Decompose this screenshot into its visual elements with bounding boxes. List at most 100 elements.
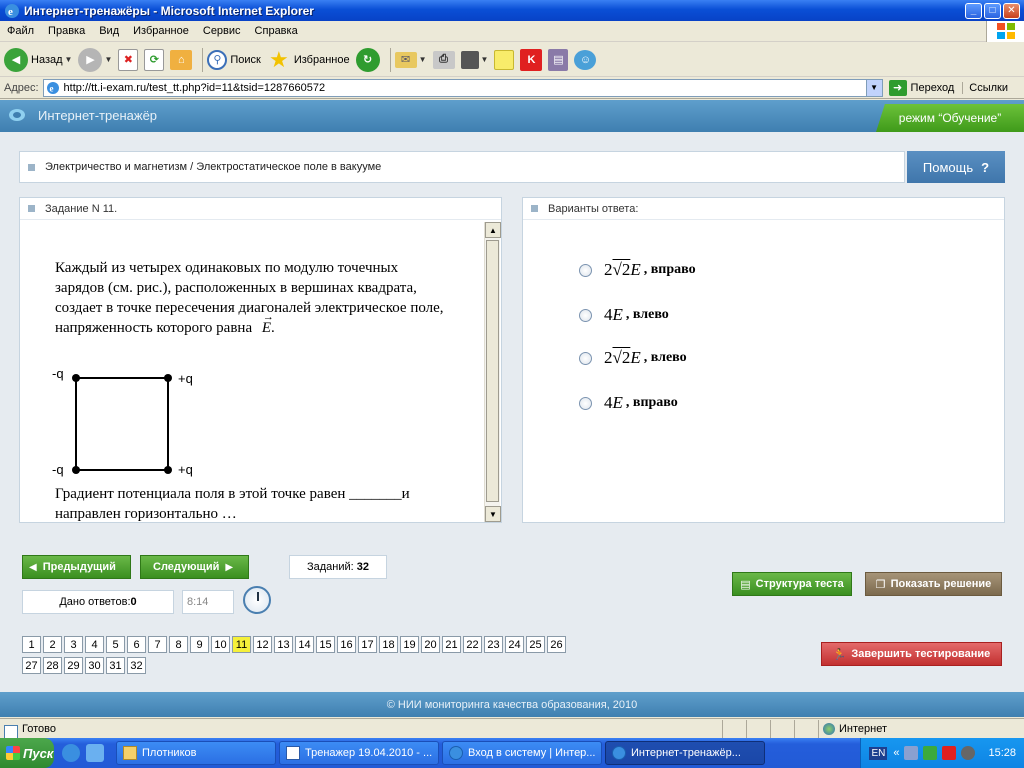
task-number-19[interactable]: 19 [400,636,419,653]
task-number-4[interactable]: 4 [85,636,104,653]
maximize-button[interactable]: □ [984,2,1001,19]
history-button[interactable]: ↻ [355,47,380,72]
go-button[interactable]: ➜ Переход [888,79,954,96]
taskbar-item-folder[interactable]: Плотников [116,741,276,765]
charge-top-right: +q [178,371,193,386]
task-number-30[interactable]: 30 [85,657,104,674]
finish-test-button[interactable]: 🏃 Завершить тестирование [821,642,1002,666]
minimize-button[interactable]: _ [965,2,982,19]
forward-arrow-icon: ▶ [78,47,103,72]
home-button[interactable]: ⌂ [170,49,193,70]
start-button[interactable]: Пуск [0,738,54,768]
scroll-down-icon[interactable]: ▼ [485,506,501,522]
menu-file[interactable]: Файл [0,25,41,37]
network-icon[interactable] [904,746,919,760]
task-number-5[interactable]: 5 [106,636,125,653]
task-number-11[interactable]: 11 [232,636,251,653]
tray-app-icon[interactable] [923,746,938,760]
mail-button[interactable]: ✉ ▼ [394,51,427,68]
task-number-25[interactable]: 25 [526,636,545,653]
task-number-23[interactable]: 23 [484,636,503,653]
task-number-13[interactable]: 13 [274,636,293,653]
scroll-up-icon[interactable]: ▲ [485,222,501,238]
task-number-31[interactable]: 31 [106,657,125,674]
task-number-7[interactable]: 7 [148,636,167,653]
radio-button[interactable] [579,263,592,277]
test-structure-button[interactable]: ▤ Структура теста [732,572,852,596]
scroll-thumb[interactable] [486,240,499,502]
task-number-18[interactable]: 18 [379,636,398,653]
task-number-2[interactable]: 2 [43,636,62,653]
task-number-8[interactable]: 8 [169,636,188,653]
volume-icon[interactable] [961,746,976,760]
task-number-26[interactable]: 26 [547,636,566,653]
task-number-32[interactable]: 32 [127,657,146,674]
kaspersky-button[interactable]: K [520,48,543,71]
task-number-29[interactable]: 29 [64,657,83,674]
task-number-16[interactable]: 16 [337,636,356,653]
show-solution-button[interactable]: ❐ Показать решение [865,572,1002,596]
print-button[interactable]: ⎙ [432,50,455,69]
task-number-15[interactable]: 15 [316,636,335,653]
taskbar-item-word[interactable]: Тренажер 19.04.2010 - ... [279,741,439,765]
address-input[interactable]: e http://tt.i-exam.ru/test_tt.php?id=11&… [42,78,883,97]
taskbar-item-login[interactable]: Вход в систему | Интер... [442,741,602,765]
task-number-9[interactable]: 9 [190,636,209,653]
radio-button[interactable] [579,396,592,410]
close-button[interactable]: ✕ [1003,2,1020,19]
answer-direction: , влево [643,350,687,365]
task-number-24[interactable]: 24 [505,636,524,653]
menu-tools[interactable]: Сервис [196,25,248,37]
taskbar-item-trainer[interactable]: Интернет-тренажёр... [605,741,765,765]
status-ready: Готово [0,723,722,739]
chevron-left-icon[interactable]: « [893,747,899,759]
research-button[interactable]: ▤ [548,48,569,71]
task-number-28[interactable]: 28 [43,657,62,674]
mode-badge: режим “Обучение” [876,104,1024,132]
answer-option-1[interactable]: 2√2E , вправо [579,260,696,280]
task-number-6[interactable]: 6 [127,636,146,653]
menu-edit[interactable]: Правка [41,25,92,37]
task-number-17[interactable]: 17 [358,636,377,653]
task-number-1[interactable]: 1 [22,636,41,653]
help-button[interactable]: Помощь ? [907,151,1005,183]
task-number-27[interactable]: 27 [22,657,41,674]
language-indicator[interactable]: EN [869,746,888,760]
menu-favorites[interactable]: Избранное [126,25,196,37]
radio-button[interactable] [579,351,592,365]
search-button[interactable]: ⚲ Поиск [207,49,261,70]
task-number-12[interactable]: 12 [253,636,272,653]
answer-option-2[interactable]: 4E , влево [579,305,669,325]
messenger-button[interactable]: ☺ [574,49,597,70]
chevron-down-icon: ▼ [104,55,113,64]
radio-button[interactable] [579,308,592,322]
note-button[interactable] [494,49,515,70]
stop-button[interactable]: ✖ [118,48,139,71]
answer-direction: , вправо [625,395,678,410]
kaspersky-icon[interactable] [942,746,957,760]
back-button[interactable]: ◀ Назад ▼ [4,47,72,72]
task-scrollbar[interactable]: ▲ ▼ [484,222,501,522]
answer-option-3[interactable]: 2√2E , влево [579,348,687,368]
menu-view[interactable]: Вид [92,25,126,37]
edit-button[interactable]: ▼ [460,50,488,69]
task-number-21[interactable]: 21 [442,636,461,653]
refresh-button[interactable]: ⟳ [144,48,165,71]
prev-button[interactable]: ◀ Предыдущий [22,555,131,579]
task-number-14[interactable]: 14 [295,636,314,653]
answer-option-4[interactable]: 4E , вправо [579,393,678,413]
links-button[interactable]: Ссылки [962,81,1008,94]
ie-quicklaunch-icon[interactable] [62,744,80,762]
outlook-quicklaunch-icon[interactable] [86,744,104,762]
chevron-down-icon[interactable]: ▼ [865,79,882,96]
menu-help[interactable]: Справка [248,25,305,37]
favorites-button[interactable]: ★ Избранное [267,47,350,72]
taskbar-item-label: Плотников [142,747,197,759]
forward-button[interactable]: ▶ ▼ [78,47,113,72]
task-number-20[interactable]: 20 [421,636,440,653]
task-number-3[interactable]: 3 [64,636,83,653]
next-button[interactable]: Следующий ▶ [140,555,249,579]
task-number-10[interactable]: 10 [211,636,230,653]
task-number-22[interactable]: 22 [463,636,482,653]
list-icon: ▤ [740,578,751,591]
